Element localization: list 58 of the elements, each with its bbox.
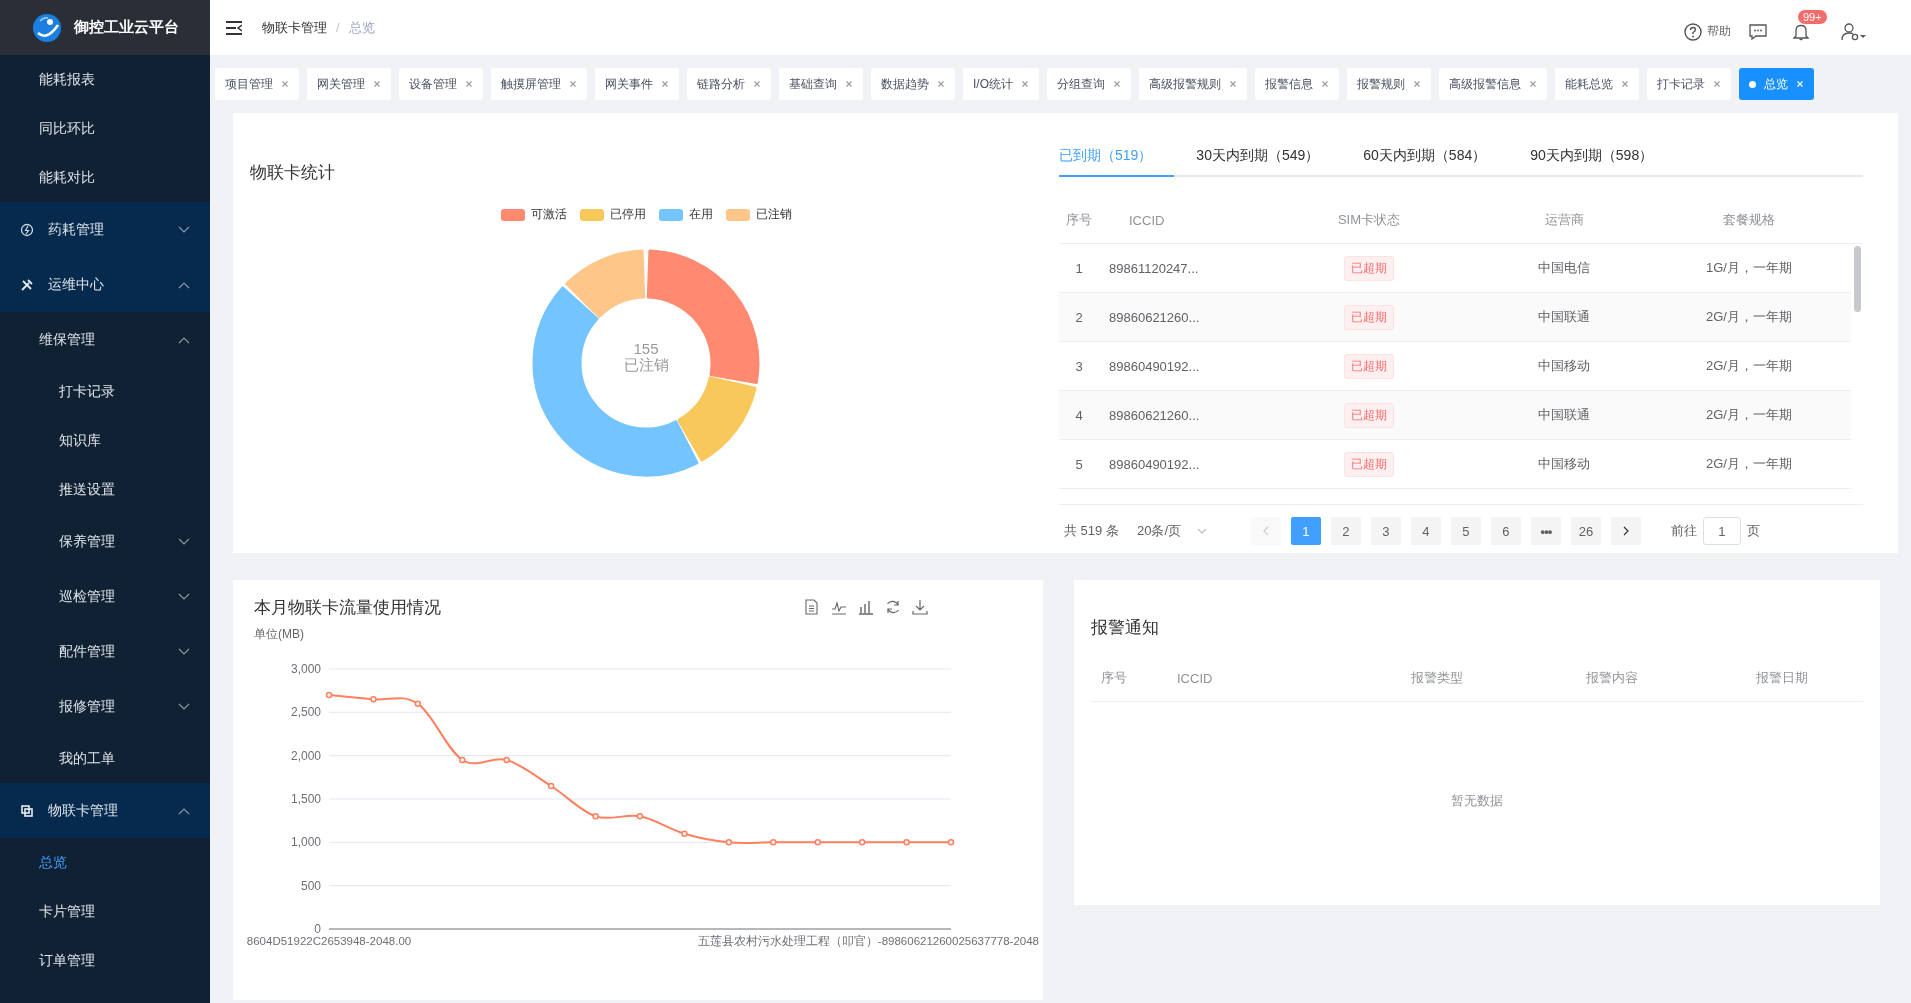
column-header: SIM卡状态: [1336, 211, 1402, 229]
column-header: 报警类型: [1410, 669, 1464, 687]
table-cell-text: 2G/月，一年期: [1705, 357, 1793, 375]
column-header: ICCID: [1128, 212, 1166, 228]
empty-message: 暂无数据: [1451, 792, 1503, 810]
x-tick-label: 8604D51922C2653948-2048.00: [246, 935, 412, 947]
table-cell-text: 2: [1074, 309, 1084, 325]
column-header: 序号: [1065, 211, 1093, 229]
axis-unit-label: 单位(MB): [254, 626, 305, 643]
center-value: 155: [632, 341, 660, 357]
status-tag: 已超期: [1344, 451, 1394, 477]
brand-title: 御控工业云平台: [74, 18, 179, 37]
table-cell-text: 中国移动: [1537, 357, 1591, 375]
table-cell-text: 中国联通: [1537, 406, 1591, 424]
table-cell-text: 89860621260...: [1108, 407, 1201, 423]
table-cell-text: 89860490192...: [1108, 456, 1201, 472]
table-cell-text: 5: [1074, 456, 1084, 472]
column-header: 套餐规格: [1722, 211, 1776, 229]
table-cell-text: 89860621260...: [1108, 309, 1201, 325]
chart-title: 本月物联卡流量使用情况: [254, 596, 441, 619]
column-header: ICCID: [1176, 670, 1214, 686]
y-tick-label: 2,500: [290, 705, 321, 720]
column-header: 运营商: [1543, 211, 1585, 229]
y-tick-label: 500: [300, 878, 321, 893]
notification-badge: 99+: [1797, 8, 1828, 25]
goto-label: 前往: [1670, 522, 1697, 540]
breadcrumb-separator: /: [336, 20, 340, 35]
table-cell-text: 89861120247...: [1108, 260, 1200, 276]
table-cell-text: 1G/月，一年期: [1705, 259, 1793, 277]
card-title: 报警通知: [1091, 617, 1160, 639]
status-tag: 已超期: [1344, 255, 1394, 281]
y-tick-label: 3,000: [290, 662, 321, 676]
column-header: 报警日期: [1755, 669, 1809, 687]
y-tick-label: 2,000: [290, 748, 321, 763]
table-cell-text: 4: [1074, 407, 1084, 423]
breadcrumb-item: 总览: [348, 18, 375, 37]
table-cell-text: 1: [1074, 260, 1084, 276]
table-cell-text: 2G/月，一年期: [1705, 406, 1793, 424]
page-suffix: 页: [1746, 522, 1760, 540]
column-header: 报警内容: [1585, 669, 1639, 687]
total-count: 共 519 条: [1064, 522, 1119, 540]
center-label: 已注销: [622, 357, 670, 373]
table-cell-text: 中国联通: [1537, 308, 1591, 326]
table-cell-text: 中国移动: [1537, 455, 1591, 473]
y-tick-label: 1,000: [290, 835, 321, 850]
column-header: 序号: [1100, 669, 1128, 687]
card-title: 物联卡统计: [250, 162, 336, 184]
table-cell-text: 3: [1074, 358, 1084, 374]
status-tag: 已超期: [1344, 304, 1394, 330]
y-tick-label: 1,500: [290, 792, 321, 806]
y-tick-label: 0: [314, 922, 321, 936]
x-tick-label: 五莲县农村污水处理工程（叩官）-89860621260025637778-2048: [697, 935, 1039, 947]
table-cell-text: 2G/月，一年期: [1705, 308, 1793, 326]
status-tag: 已超期: [1344, 402, 1394, 428]
status-tag: 已超期: [1344, 353, 1394, 379]
table-cell-text: 2G/月，一年期: [1705, 455, 1793, 473]
table-cell-text: 中国电信: [1537, 259, 1591, 277]
table-cell-text: 89860490192...: [1108, 358, 1201, 374]
